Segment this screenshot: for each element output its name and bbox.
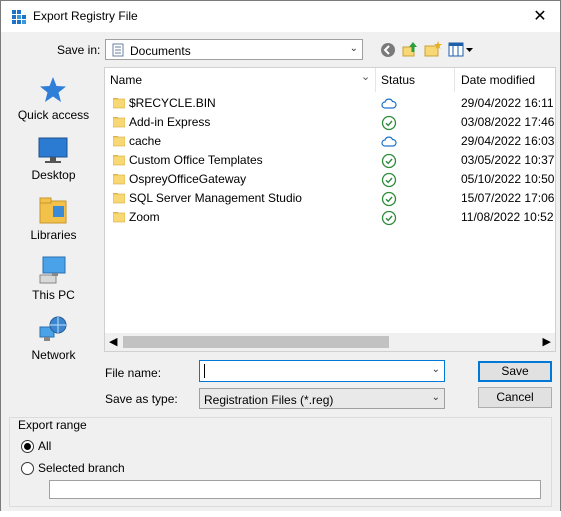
export-registry-dialog: Export Registry File ✕ Save in: Document… (0, 0, 561, 512)
folder-icon (113, 136, 125, 147)
file-name: $RECYCLE.BIN (129, 96, 216, 110)
place-label: Libraries (30, 228, 77, 242)
save-in-value: Documents (130, 44, 191, 58)
save-in-label: Save in: (57, 43, 101, 57)
radio-all-label: All (38, 439, 52, 453)
radio-branch-indicator[interactable] (21, 462, 34, 475)
file-name: Zoom (129, 210, 160, 224)
places-bar: Quick access Desktop Libraries This PC N… (6, 65, 101, 375)
folder-icon (113, 98, 125, 109)
chevron-down-icon: ⌄ (349, 43, 358, 54)
place-label: This PC (32, 288, 75, 302)
folder-icon (113, 193, 125, 204)
background-window-strip (0, 511, 561, 517)
sort-ascending-icon: ⌃ (235, 67, 246, 77)
place-label: Quick access (17, 108, 90, 122)
cloud-icon (381, 98, 397, 109)
place-quick-access[interactable]: Quick access (6, 75, 101, 130)
file-row[interactable]: Zoom 11/08/2022 10:52 (105, 208, 555, 227)
save-as-type-value: Registration Files (*.reg) (204, 393, 334, 407)
back-icon[interactable] (379, 41, 397, 59)
column-divider[interactable] (454, 68, 455, 92)
chevron-down-icon[interactable]: ⌄ (432, 364, 440, 375)
date-modified: 11/08/2022 10:52 (461, 210, 554, 224)
chevron-down-icon: ⌄ (431, 392, 440, 403)
place-label: Network (31, 348, 76, 362)
quick-access-star-icon (40, 77, 66, 102)
folder-icon (113, 117, 125, 128)
save-in-dropdown[interactable]: Documents ⌄ (105, 39, 363, 60)
chevron-down-icon[interactable]: ⌄ (361, 70, 370, 83)
column-header-date-modified[interactable]: Date modified (461, 68, 535, 92)
file-name: Add-in Express (129, 115, 211, 129)
place-desktop[interactable]: Desktop (6, 135, 101, 190)
documents-icon (112, 43, 124, 57)
dialog-title: Export Registry File (33, 9, 138, 23)
folder-icon (113, 155, 125, 166)
date-modified: 03/08/2022 17:46 (461, 115, 555, 129)
selected-branch-input[interactable] (49, 480, 541, 499)
date-modified: 29/04/2022 16:11 (461, 96, 554, 110)
file-row[interactable]: cache 29/04/2022 16:03 (105, 132, 555, 151)
new-folder-icon[interactable] (424, 40, 442, 58)
column-header-status[interactable]: Status (381, 68, 415, 92)
file-row[interactable]: $RECYCLE.BIN 29/04/2022 16:11 (105, 94, 555, 113)
scroll-left-icon[interactable]: ◀ (109, 335, 117, 348)
date-modified: 29/04/2022 16:03 (461, 134, 555, 148)
synced-check-icon (381, 153, 397, 169)
text-caret (204, 364, 205, 378)
horizontal-scrollbar[interactable]: ◀ ▶ (105, 333, 555, 351)
export-range-legend: Export range (15, 418, 90, 432)
file-row[interactable]: OspreyOfficeGateway 05/10/2022 10:50 (105, 170, 555, 189)
place-label: Desktop (31, 168, 76, 182)
folder-icon (113, 174, 125, 185)
cancel-button[interactable]: Cancel (478, 387, 552, 408)
registry-editor-icon (12, 10, 26, 24)
close-icon: ✕ (533, 8, 547, 25)
up-folder-icon[interactable] (401, 40, 419, 58)
save-button[interactable]: Save (478, 361, 552, 382)
synced-check-icon (381, 115, 397, 131)
scrollbar-thumb[interactable] (123, 336, 389, 348)
date-modified: 03/05/2022 10:37 (461, 153, 555, 167)
place-libraries[interactable]: Libraries (6, 195, 101, 250)
radio-branch-label: Selected branch (38, 461, 125, 475)
date-modified: 05/10/2022 10:50 (461, 172, 555, 186)
file-name-label: File name: (105, 366, 162, 380)
libraries-icon (39, 197, 67, 224)
file-name: OspreyOfficeGateway (129, 172, 247, 186)
file-list[interactable]: ⌃ Name ⌄ Status Date modified $RECYCLE.B… (104, 67, 556, 352)
network-icon (39, 316, 67, 341)
file-name: Custom Office Templates (129, 153, 263, 167)
place-network[interactable]: Network (6, 315, 101, 370)
save-as-type-label: Save as type: (105, 392, 178, 406)
file-row[interactable]: Add-in Express 03/08/2022 17:46 (105, 113, 555, 132)
close-button[interactable]: ✕ (520, 1, 560, 32)
file-row[interactable]: SQL Server Management Studio 15/07/2022 1… (105, 189, 555, 208)
radio-all[interactable]: All (21, 438, 81, 454)
column-header-name[interactable]: Name (110, 68, 142, 92)
radio-selected-branch[interactable]: Selected branch (21, 460, 161, 476)
file-row[interactable]: Custom Office Templates 03/05/2022 10:37 (105, 151, 555, 170)
column-divider[interactable] (375, 68, 376, 92)
view-menu-icon[interactable] (448, 41, 474, 59)
desktop-icon (38, 137, 68, 163)
synced-check-icon (381, 172, 397, 188)
file-name: SQL Server Management Studio (129, 191, 302, 205)
scroll-right-icon[interactable]: ▶ (543, 335, 551, 348)
file-name: cache (129, 134, 162, 148)
file-name-input[interactable]: ⌄ (199, 360, 445, 382)
cloud-icon (381, 136, 397, 147)
folder-icon (113, 212, 125, 223)
place-this-pc[interactable]: This PC (6, 255, 101, 310)
save-as-type-dropdown[interactable]: Registration Files (*.reg) ⌄ (199, 388, 445, 409)
this-pc-icon (39, 256, 66, 284)
radio-all-indicator[interactable] (21, 440, 34, 453)
date-modified: 15/07/2022 17:06 (461, 191, 555, 205)
synced-check-icon (381, 210, 397, 226)
synced-check-icon (381, 191, 397, 207)
title-bar[interactable]: Export Registry File ✕ (1, 1, 560, 32)
